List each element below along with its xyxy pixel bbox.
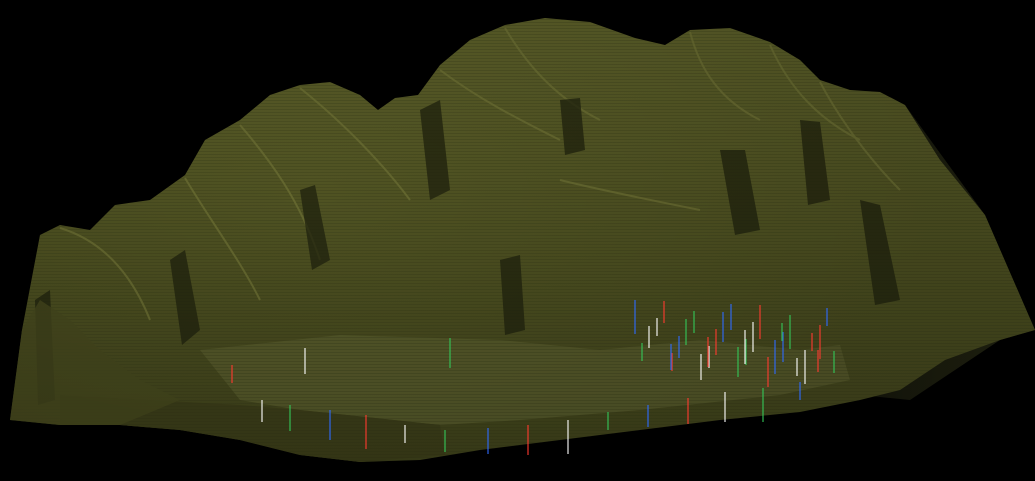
3d-terrain-viewport[interactable] bbox=[0, 0, 1035, 481]
terrain-render[interactable] bbox=[0, 0, 1035, 481]
terrain-shade-overlay bbox=[0, 0, 1035, 481]
